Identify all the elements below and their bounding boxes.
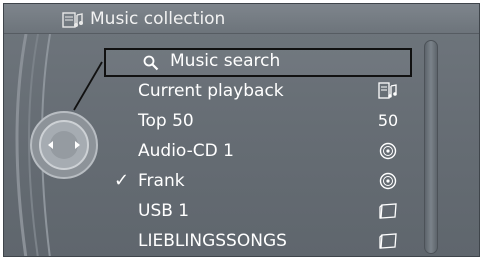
- display-frame: Music collection Music search Current pl…: [0, 0, 484, 260]
- folder-icon: [376, 228, 400, 254]
- scrollbar[interactable]: [424, 40, 438, 254]
- header-bar: Music collection: [4, 4, 479, 34]
- menu-item-label: USB 1: [138, 201, 190, 221]
- folder-icon: [376, 198, 400, 224]
- menu-item-lieblingssongs[interactable]: LIEBLINGSSONGS: [138, 228, 408, 254]
- menu-item-top-50[interactable]: Top 50 50: [138, 108, 408, 134]
- cd-icon: [376, 138, 400, 164]
- checkmark-icon: ✓: [114, 170, 130, 191]
- current-playback-icon: [376, 78, 400, 104]
- controller-knob-icon[interactable]: [29, 110, 99, 180]
- menu-item-label: Audio-CD 1: [138, 141, 234, 161]
- menu-item-label: Top 50: [138, 111, 194, 131]
- menu-item-label: Music search: [170, 51, 281, 71]
- menu-item-audio-cd-1[interactable]: Audio-CD 1: [138, 138, 408, 164]
- menu-item-usb-1[interactable]: USB 1: [138, 198, 408, 224]
- idrive-screen: Music collection Music search Current pl…: [3, 3, 480, 257]
- search-icon: [143, 53, 159, 79]
- music-collection-icon: [62, 10, 84, 30]
- top-50-count: 50: [377, 111, 399, 130]
- page-title: Music collection: [90, 9, 226, 29]
- menu-item-label: LIEBLINGSSONGS: [138, 231, 287, 251]
- cd-icon: [376, 168, 400, 194]
- menu-item-label: Frank: [138, 171, 185, 191]
- menu-item-frank[interactable]: Frank: [138, 168, 408, 194]
- menu-item-current-playback[interactable]: Current playback: [138, 78, 408, 104]
- menu-item-label: Current playback: [138, 81, 284, 101]
- menu-item-music-search[interactable]: Music search: [138, 48, 408, 74]
